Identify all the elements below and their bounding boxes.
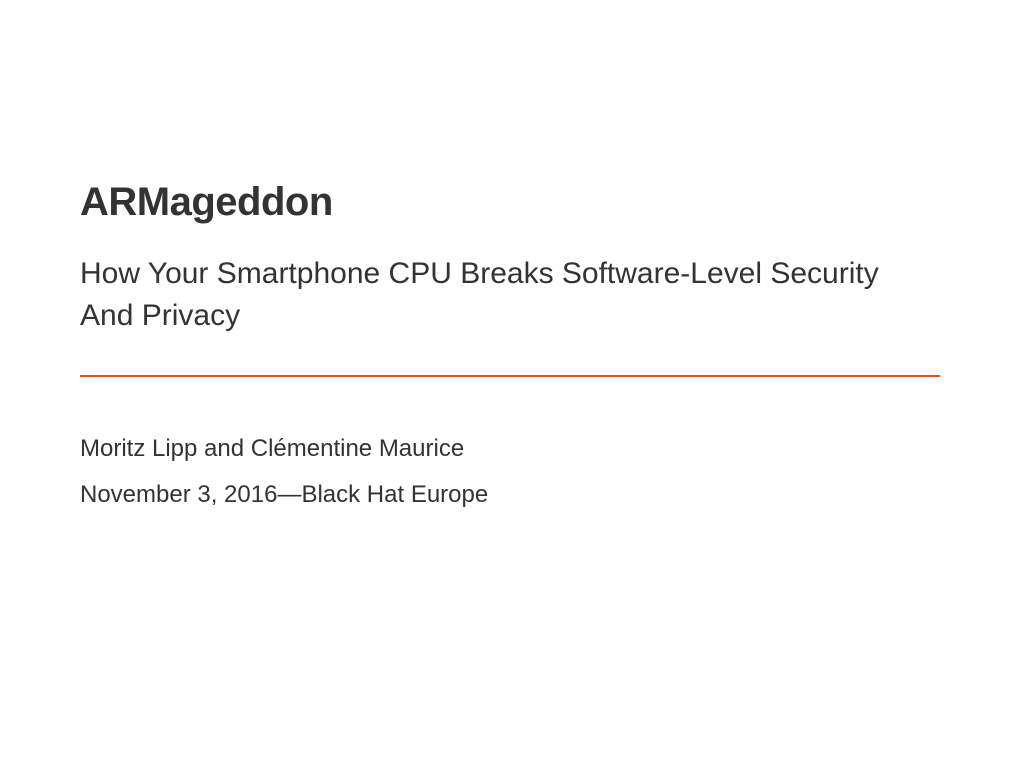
slide-authors: Moritz Lipp and Clémentine Maurice: [80, 435, 940, 463]
divider-line: [80, 375, 940, 377]
slide-container: ARMageddon How Your Smartphone CPU Break…: [0, 0, 1020, 764]
slide-title: ARMageddon: [80, 180, 940, 225]
slide-date-venue: November 3, 2016—Black Hat Europe: [80, 481, 940, 509]
slide-subtitle: How Your Smartphone CPU Breaks Software-…: [80, 253, 880, 337]
